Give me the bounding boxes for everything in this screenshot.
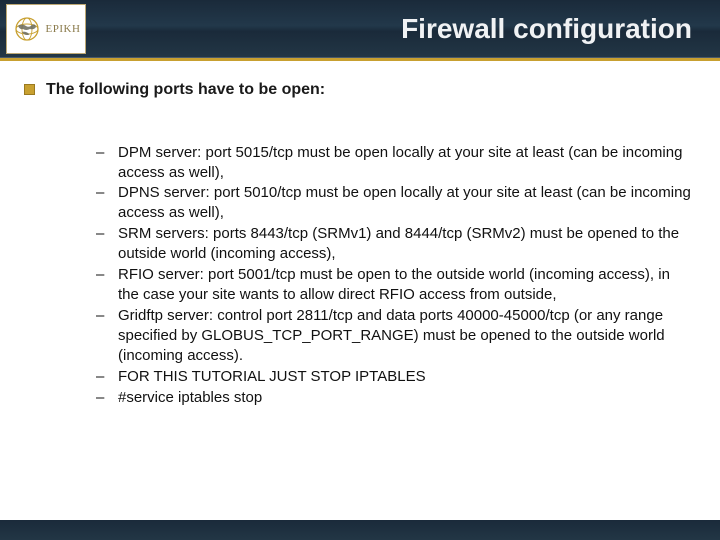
list-item: DPM server: port 5015/tcp must be open l…: [96, 143, 694, 183]
logo-text: EPIKH: [46, 23, 81, 35]
list-item: FOR THIS TUTORIAL JUST STOP IPTABLES: [96, 367, 694, 387]
main-bullet-list: The following ports have to be open:: [22, 79, 694, 101]
list-item: DPNS server: port 5010/tcp must be open …: [96, 183, 694, 223]
logo: EPIKH: [6, 4, 86, 54]
slide-footer: [0, 520, 720, 540]
list-item: #service iptables stop: [96, 388, 694, 408]
list-item: SRM servers: ports 8443/tcp (SRMv1) and …: [96, 224, 694, 264]
list-item: RFIO server: port 5001/tcp must be open …: [96, 265, 694, 305]
slide-title: Firewall configuration: [0, 13, 720, 45]
globe-icon: [12, 14, 42, 44]
list-item: Gridftp server: control port 2811/tcp an…: [96, 306, 694, 366]
port-list: DPM server: port 5015/tcp must be open l…: [22, 143, 694, 408]
slide-body: The following ports have to be open: DPM…: [0, 61, 720, 408]
main-bullet-item: The following ports have to be open:: [22, 79, 694, 101]
slide-header: EPIKH Firewall configuration: [0, 0, 720, 58]
